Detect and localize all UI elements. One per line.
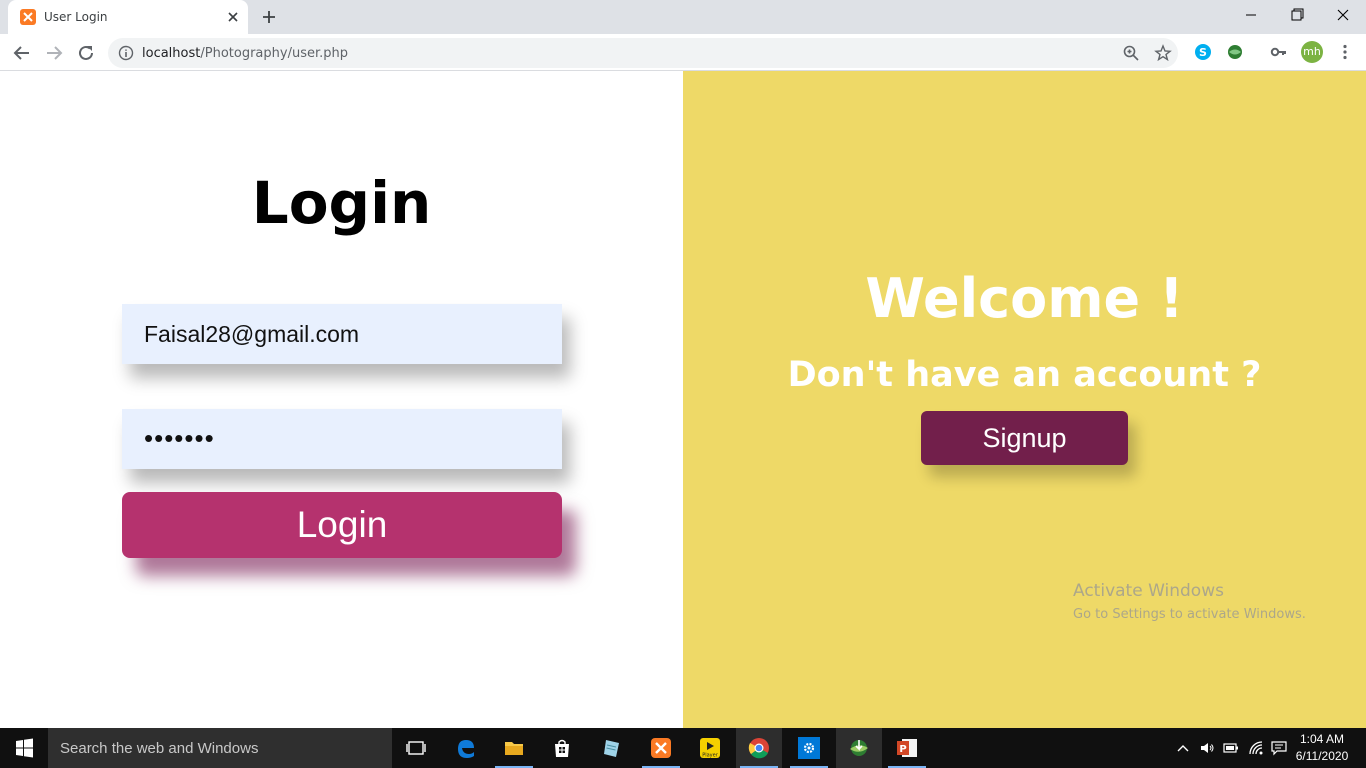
clock-time: 1:04 AM bbox=[1299, 732, 1345, 746]
url-text[interactable]: localhost/Photography/user.php bbox=[142, 46, 348, 61]
login-button[interactable]: Login bbox=[122, 492, 562, 558]
url-host: localhost bbox=[142, 46, 201, 61]
login-panel: Login Faisal28@gmail.com ••••••• Login bbox=[0, 71, 683, 728]
edge-icon[interactable] bbox=[443, 728, 489, 768]
task-view-icon[interactable] bbox=[393, 728, 439, 768]
close-tab-icon[interactable] bbox=[224, 8, 242, 26]
kmplayer-icon[interactable]: Player bbox=[687, 728, 733, 768]
svg-text:Player: Player bbox=[702, 753, 719, 759]
back-arrow-icon[interactable] bbox=[12, 43, 32, 63]
tab-strip: User Login bbox=[0, 0, 1366, 34]
idm-icon[interactable] bbox=[836, 728, 882, 768]
address-bar[interactable]: localhost/Photography/user.php bbox=[108, 38, 1178, 68]
minimize-icon[interactable] bbox=[1240, 6, 1262, 24]
zoom-icon[interactable] bbox=[1122, 44, 1140, 62]
forward-arrow-icon[interactable] bbox=[44, 43, 64, 63]
search-placeholder: Search the web and Windows bbox=[60, 740, 259, 757]
page-content: Login Faisal28@gmail.com ••••••• Login W… bbox=[0, 71, 1366, 728]
menu-dots-icon[interactable] bbox=[1336, 43, 1354, 61]
browser-tab[interactable]: User Login bbox=[8, 0, 248, 34]
login-heading: Login bbox=[251, 169, 432, 237]
taskbar-search[interactable]: Search the web and Windows bbox=[48, 728, 392, 768]
volume-icon[interactable] bbox=[1199, 740, 1215, 756]
wifi-icon[interactable] bbox=[1248, 740, 1264, 756]
taskbar-clock[interactable]: 1:04 AM 6/11/2020 bbox=[1292, 731, 1352, 765]
activate-windows-watermark: Activate Windows Go to Settings to activ… bbox=[1073, 581, 1306, 622]
notifications-icon[interactable] bbox=[1271, 740, 1287, 756]
welcome-heading: Welcome ! bbox=[865, 267, 1184, 330]
close-window-icon[interactable] bbox=[1332, 6, 1354, 24]
svg-text:S: S bbox=[1199, 46, 1207, 59]
bookmark-star-icon[interactable] bbox=[1154, 44, 1172, 62]
chevron-up-icon[interactable] bbox=[1175, 740, 1191, 756]
file-explorer-icon[interactable] bbox=[491, 728, 537, 768]
windows-taskbar: Search the web and Windows Player P 1:04… bbox=[0, 728, 1366, 768]
email-field[interactable]: Faisal28@gmail.com bbox=[122, 304, 562, 364]
clock-date: 6/11/2020 bbox=[1295, 749, 1349, 763]
settings-icon[interactable] bbox=[786, 728, 832, 768]
watermark-subtitle: Go to Settings to activate Windows. bbox=[1073, 607, 1306, 622]
browser-toolbar: localhost/Photography/user.php S mh bbox=[0, 34, 1366, 71]
store-icon[interactable] bbox=[539, 728, 585, 768]
skype-extension-icon[interactable]: S bbox=[1194, 43, 1212, 61]
xampp-favicon-icon bbox=[20, 9, 36, 25]
password-value: ••••••• bbox=[144, 423, 215, 453]
site-info-icon[interactable] bbox=[118, 45, 134, 61]
url-path: /Photography/user.php bbox=[200, 46, 348, 61]
powerpoint-icon[interactable]: P bbox=[884, 728, 930, 768]
signup-prompt: Don't have an account ? bbox=[787, 355, 1262, 395]
globe-extension-icon[interactable] bbox=[1226, 43, 1244, 61]
chrome-icon[interactable] bbox=[736, 728, 782, 768]
xampp-icon[interactable] bbox=[638, 728, 684, 768]
tab-title: User Login bbox=[44, 10, 108, 24]
battery-icon[interactable] bbox=[1223, 740, 1239, 756]
profile-avatar[interactable]: mh bbox=[1301, 41, 1323, 63]
reload-icon[interactable] bbox=[76, 43, 96, 63]
notepad-icon[interactable] bbox=[589, 728, 635, 768]
new-tab-icon[interactable] bbox=[260, 8, 278, 26]
watermark-title: Activate Windows bbox=[1073, 581, 1224, 601]
signup-button[interactable]: Signup bbox=[921, 411, 1128, 465]
svg-text:P: P bbox=[899, 744, 906, 755]
password-field[interactable]: ••••••• bbox=[122, 409, 562, 469]
email-value: Faisal28@gmail.com bbox=[144, 321, 360, 347]
windows-start-icon[interactable] bbox=[0, 728, 48, 768]
signup-panel: Welcome ! Don't have an account ? Signup bbox=[683, 71, 1366, 728]
restore-icon[interactable] bbox=[1286, 6, 1308, 24]
key-icon[interactable] bbox=[1270, 43, 1288, 61]
